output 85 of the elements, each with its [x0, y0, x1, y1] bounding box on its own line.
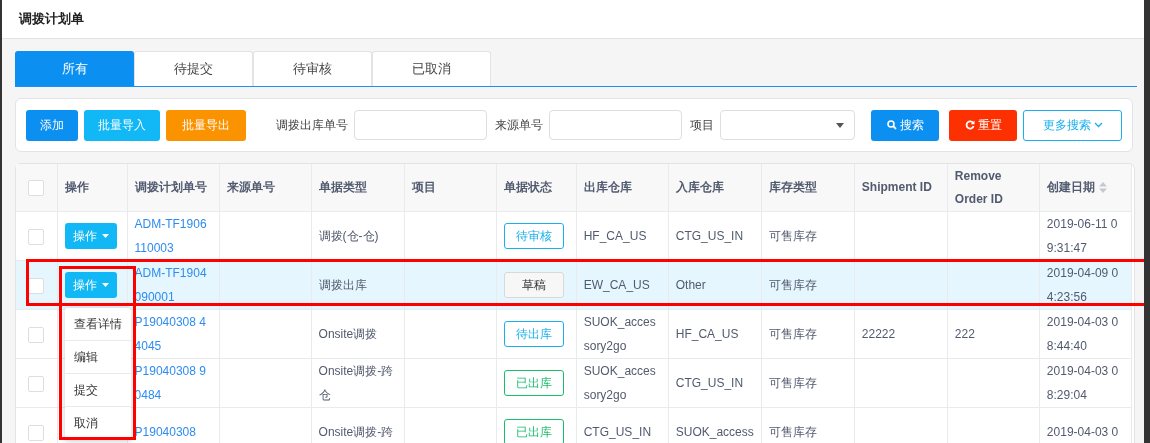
- page-title: 调拨计划单: [19, 10, 84, 28]
- column-header: 操作: [64, 180, 89, 194]
- menu-item[interactable]: 编辑: [65, 341, 131, 374]
- table-cell: 可售库存: [768, 425, 817, 439]
- table-cell: 2019-04-09 04:23:56: [1046, 266, 1119, 304]
- column-header: 单据状态: [503, 180, 552, 194]
- scrollbar[interactable]: [1144, 0, 1150, 443]
- tab[interactable]: 所有: [15, 51, 134, 86]
- caret-icon: [836, 122, 844, 128]
- table-cell: CTG_US_IN: [583, 425, 652, 439]
- caret-icon: [101, 234, 109, 238]
- table-cell: 222: [954, 327, 975, 341]
- checkbox[interactable]: [28, 228, 45, 245]
- column-header: 项目: [411, 180, 436, 194]
- column-header: 调拨计划单号: [134, 180, 207, 194]
- table-cell: 调拨出库: [318, 278, 367, 292]
- table-cell: HF_CA_US: [583, 229, 647, 243]
- table-cell: 可售库存: [768, 376, 817, 390]
- menu-item[interactable]: 提交: [65, 374, 131, 407]
- status-tag: 已出库: [503, 370, 564, 396]
- table-row[interactable]: 操作 ADM-TF1906110003 调拨(仓-仓) 待审核 HF_CA_US CTG_US_IN 可售库存 2019-06-11 09:31:47: [16, 211, 1132, 261]
- table-cell: 可售库存: [768, 278, 817, 292]
- status-tag: 草稿: [503, 272, 564, 298]
- table-cell: Onsite调拨-跨仓: [318, 364, 394, 402]
- action-dropdown-button[interactable]: 操作: [64, 272, 117, 298]
- table-cell: 2019-06-11 09:31:47: [1046, 217, 1118, 255]
- table-cell: Onsite调拨-跨: [318, 425, 394, 439]
- menu-item[interactable]: 查看详情: [65, 308, 131, 341]
- status-tag: 已出库: [503, 419, 564, 443]
- table-cell: 可售库存: [768, 229, 817, 243]
- column-header: 入库仓库: [675, 180, 724, 194]
- tab[interactable]: 已取消: [372, 51, 491, 86]
- input-field[interactable]: [354, 110, 487, 140]
- order-link[interactable]: P19040308: [134, 420, 212, 443]
- column-header: 出库仓库: [583, 180, 632, 194]
- table-cell: Onsite调拨: [318, 327, 378, 341]
- table-row[interactable]: 操作 ADM-TF1904090001 调拨出库 草稿 EW_CA_US Other 可售库存 2019-04-09 04:23:56: [16, 260, 1132, 310]
- reset-button[interactable]: 重置: [949, 109, 1017, 141]
- select-field[interactable]: [719, 110, 855, 140]
- checkbox[interactable]: [28, 424, 45, 441]
- filter-label: 来源单号: [495, 116, 543, 134]
- order-link[interactable]: P19040308 44045: [134, 310, 212, 358]
- sort-icon[interactable]: [1098, 182, 1107, 193]
- table-cell: SUOK_accessory2go: [583, 315, 656, 353]
- table-cell: SUOK_access: [675, 425, 754, 439]
- table-cell: CTG_US_IN: [675, 229, 744, 243]
- action-dropdown-button[interactable]: 操作: [64, 223, 117, 249]
- checkbox[interactable]: [28, 179, 45, 196]
- table-cell: SUOK_accessory2go: [583, 364, 656, 402]
- tab[interactable]: 待审核: [253, 51, 372, 86]
- refresh-icon: [964, 120, 975, 130]
- toolbar-button[interactable]: 添加: [26, 109, 78, 141]
- table-cell: 2019-04-03 08:29:04: [1046, 364, 1119, 402]
- table-cell: 22222: [861, 327, 896, 341]
- table-cell: EW_CA_US: [583, 278, 650, 292]
- table-cell: 2019-04-03 0: [1046, 425, 1119, 439]
- filter-label: 调拨出库单号: [276, 116, 348, 134]
- checkbox[interactable]: [28, 375, 45, 392]
- table-cell: Other: [675, 278, 706, 292]
- column-header: Shipment ID: [861, 180, 932, 194]
- table-cell: 调拨(仓-仓): [318, 229, 379, 243]
- input-field[interactable]: [549, 110, 682, 140]
- status-tag: 待出库: [503, 321, 564, 347]
- column-header: 创建日期: [1046, 179, 1095, 196]
- order-link[interactable]: ADM-TF1906110003: [134, 212, 212, 260]
- filter-label: 项目: [689, 116, 714, 134]
- caret-icon: [101, 283, 109, 287]
- status-tag: 待审核: [503, 223, 564, 249]
- toolbar-button[interactable]: 批量导出: [166, 109, 246, 141]
- table-cell: 2019-04-03 08:44:40: [1046, 315, 1119, 353]
- table-cell: 可售库存: [768, 327, 817, 341]
- toolbar-button[interactable]: 批量导入: [84, 109, 160, 141]
- column-header: 单据类型: [318, 180, 367, 194]
- menu-item[interactable]: 取消: [65, 407, 131, 440]
- column-header: Remove Order ID: [954, 168, 1003, 206]
- tab[interactable]: 待提交: [134, 51, 253, 86]
- checkbox[interactable]: [28, 326, 45, 343]
- column-header: 库存类型: [768, 180, 817, 194]
- column-header: 来源单号: [226, 180, 275, 194]
- chevron-down-icon: [1093, 122, 1103, 128]
- search-icon: [886, 120, 897, 130]
- table-cell: CTG_US_IN: [675, 376, 744, 390]
- search-button[interactable]: 搜索: [871, 109, 939, 141]
- table-cell: HF_CA_US: [675, 327, 739, 341]
- more-search-button[interactable]: 更多搜索: [1023, 109, 1122, 141]
